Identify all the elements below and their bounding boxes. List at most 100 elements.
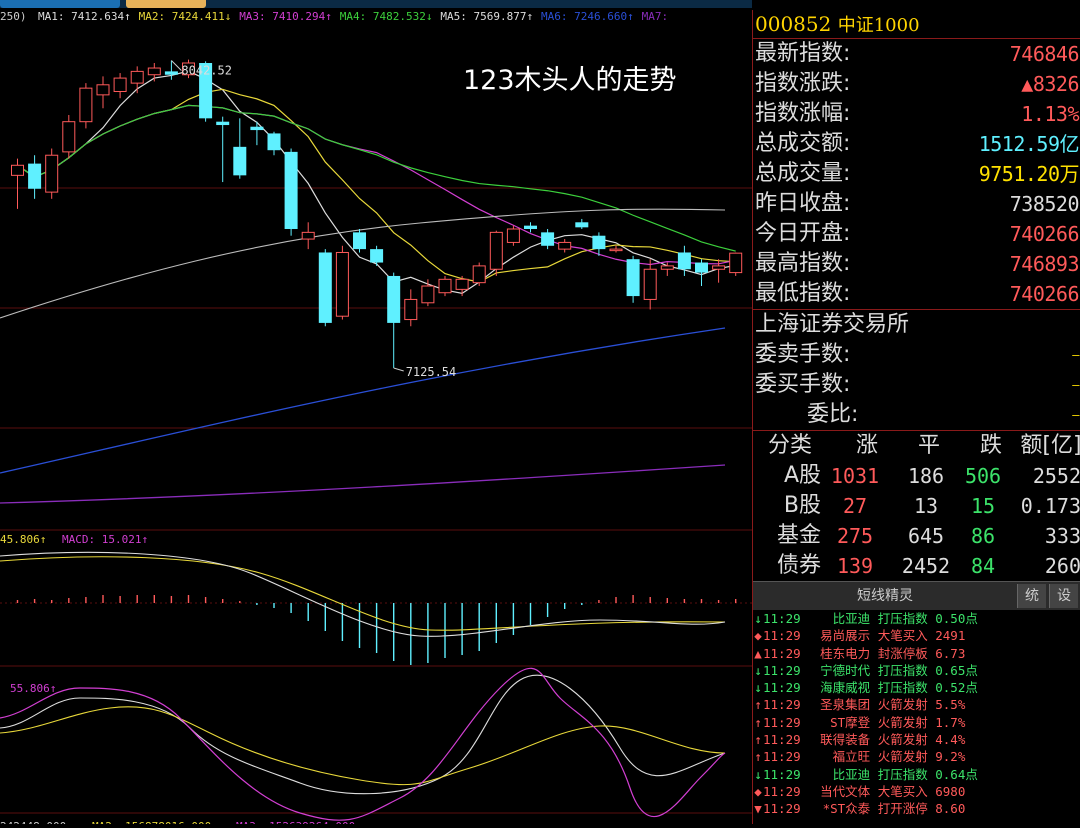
feed-value: 2491 xyxy=(935,628,966,644)
sprite-settings-button[interactable]: 设 xyxy=(1049,584,1078,608)
sprite-feed[interactable]: ↓11:29 比亚迪 打压指数 0.50点 ◆11:29 易尚展示 大笔买入 24… xyxy=(753,610,1080,818)
feed-value: 5.5% xyxy=(935,697,966,713)
feed-time: 11:29 xyxy=(763,801,801,817)
feed-action: 打压指数 xyxy=(877,611,928,626)
sprite-feed-item[interactable]: ▲11:29 桂东电力 封涨停板 6.73 xyxy=(753,645,1080,662)
tab-1[interactable] xyxy=(0,0,120,8)
order-value: — xyxy=(1072,348,1079,362)
sprite-feed-item[interactable]: ◆11:29 当代文体 大笔买入 6980 xyxy=(753,783,1080,800)
ma5-line xyxy=(0,208,726,319)
stats-up: 27 xyxy=(842,494,868,518)
candle-body xyxy=(438,278,452,294)
stats-flat: 645 xyxy=(907,524,945,548)
quote-row: 最低指数: 740266 xyxy=(753,279,1080,309)
volume-footer-left: 242448.000 xyxy=(0,820,66,824)
quote-label: 最低指数: xyxy=(755,281,851,306)
candle-body xyxy=(96,84,110,96)
stats-amount: 0.173 xyxy=(1020,494,1080,518)
sprite-header: 短线精灵 统 设 xyxy=(753,581,1080,610)
quote-value: ▲8326 xyxy=(1021,72,1079,96)
candle-body xyxy=(62,121,76,153)
feed-arrow: ▲ xyxy=(754,645,762,661)
ma-header-prefix: 250) xyxy=(0,10,27,23)
kline-chart-area[interactable]: 250) MA1: 7412.634↑ MA2: 7424.411↓ MA3: 741… xyxy=(0,8,752,828)
sprite-feed-item[interactable]: ↓11:29 比亚迪 打压指数 0.64点 xyxy=(753,766,1080,783)
stats-flat: 186 xyxy=(907,464,945,488)
stats-col-amount: 额[亿] xyxy=(1020,433,1080,458)
macd-dif-line xyxy=(0,551,726,637)
quote-label: 今日开盘: xyxy=(755,221,851,246)
quote-row: 最高指数: 746893 xyxy=(753,249,1080,279)
sprite-stat-button[interactable]: 统 xyxy=(1017,584,1046,608)
stats-down: 86 xyxy=(970,524,996,548)
moving-average-lines xyxy=(0,70,736,504)
order-row: 委买手数: — xyxy=(753,370,1080,400)
quote-label: 指数涨幅: xyxy=(755,101,851,126)
feed-value: 0.65点 xyxy=(935,662,978,678)
feed-stock: 海康威视 xyxy=(820,680,871,696)
candle-body xyxy=(524,225,537,230)
feed-arrow: ↑ xyxy=(754,732,762,748)
feed-stock: 比亚迪 xyxy=(832,611,871,626)
feed-stock: 宁德时代 xyxy=(820,662,871,678)
quote-row: 今日开盘: 740266 xyxy=(753,219,1080,249)
stats-table: A股 1031 186 506 2552 B股 27 13 15 0.173 基金 … xyxy=(753,461,1080,581)
sprite-feed-item[interactable]: ↑11:29 圣泉集团 火箭发射 5.5% xyxy=(753,696,1080,713)
candle-body xyxy=(387,275,401,323)
stats-header: 分类 涨 平 跌 额[亿] xyxy=(753,430,1080,461)
candle-body xyxy=(11,164,24,176)
candle-body xyxy=(643,268,657,300)
candle-body xyxy=(370,249,384,263)
feed-stock: 圣泉集团 xyxy=(820,697,871,713)
sprite-feed-item[interactable]: ↑11:29 联得装备 火箭发射 4.4% xyxy=(753,731,1080,748)
candle-body xyxy=(335,251,349,317)
sprite-feed-item[interactable]: ◆11:29 易尚展示 大笔买入 2491 xyxy=(753,627,1080,644)
quote-header: 000852 中证1000 xyxy=(753,10,1080,39)
feed-arrow: ↑ xyxy=(754,749,762,765)
sprite-feed-item[interactable]: ↓11:29 宁德时代 打压指数 0.65点 xyxy=(753,662,1080,679)
candle-body xyxy=(250,126,264,131)
feed-stock: 易尚展示 xyxy=(820,628,871,644)
stats-col-category: 分类 xyxy=(767,433,812,458)
feed-action: 火箭发射 xyxy=(877,697,928,713)
price-markers: 8042.52 7125.54 xyxy=(171,60,456,379)
low-marker-label: 7125.54 xyxy=(406,365,457,379)
quote-row: 总成交量: 9751.20万 xyxy=(753,159,1080,189)
feed-time: 11:29 xyxy=(763,680,801,696)
sprite-feed-item[interactable]: ▼11:29 *ST众泰 打开涨停 8.60 xyxy=(753,800,1080,817)
candle-body xyxy=(79,87,93,123)
feed-stock: 当代文体 xyxy=(820,783,871,799)
kline-chart[interactable]: 250) MA1: 7412.634↑ MA2: 7424.411↓ MA3: 741… xyxy=(0,8,752,828)
stats-row: 债券 139 2452 84 260 xyxy=(753,551,1080,581)
ma4-line xyxy=(17,104,736,252)
sprite-feed-item[interactable]: ↑11:29 福立旺 火箭发射 9.2% xyxy=(753,748,1080,765)
ma-header-item: MA2: 7424.411↓ xyxy=(139,10,232,23)
candle-body xyxy=(455,278,469,290)
stats-down: 15 xyxy=(970,494,996,518)
feed-arrow: ▼ xyxy=(754,801,762,817)
feed-stock: 联得装备 xyxy=(820,732,871,748)
quote-value: 746846 xyxy=(1009,42,1080,66)
feed-value: 0.52点 xyxy=(935,680,978,696)
feed-stock: 桂东电力 xyxy=(820,645,871,661)
quote-row: 总成交额: 1512.59亿 xyxy=(753,129,1080,159)
stats-flat: 2452 xyxy=(901,554,951,578)
feed-stock: *ST众泰 xyxy=(822,801,871,817)
quote-label: 昨日收盘: xyxy=(755,191,851,216)
feed-time: 11:29 xyxy=(763,749,801,765)
sprite-feed-item[interactable]: ↑11:29 ST摩登 火箭发射 1.7% xyxy=(753,714,1080,731)
tab-2[interactable] xyxy=(126,0,206,8)
feed-arrow: ◆ xyxy=(754,628,762,644)
sprite-feed-item[interactable]: ↓11:29 海康威视 打压指数 0.52点 xyxy=(753,679,1080,696)
sprite-feed-item[interactable]: ↓11:29 比亚迪 打压指数 0.50点 xyxy=(753,610,1080,627)
stats-category: 债券 xyxy=(776,553,821,578)
exchange-name: 上海证券交易所 xyxy=(755,312,910,337)
macd-header-left: 45.806↑ xyxy=(0,533,46,546)
stats-category: A股 xyxy=(783,463,821,488)
stats-up: 275 xyxy=(836,524,874,548)
order-row: 委比: — xyxy=(753,400,1080,430)
feed-value: 6.73 xyxy=(935,645,966,661)
quote-label: 总成交量: xyxy=(755,161,851,186)
order-label: 委卖手数: xyxy=(755,342,851,367)
candle-body xyxy=(575,222,589,228)
